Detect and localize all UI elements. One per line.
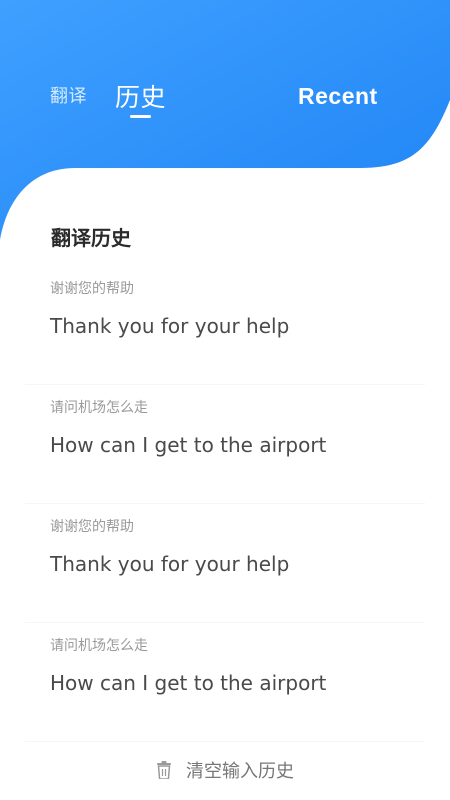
clear-history-label: 清空输入历史	[186, 761, 294, 782]
history-item-translation: Thank you for your help	[50, 552, 290, 576]
history-item[interactable]: 请问机场怎么走 How can I get to the airport	[25, 623, 425, 742]
clear-history-button[interactable]: 清空输入历史	[0, 752, 450, 788]
section-title: 翻译历史	[51, 226, 131, 250]
history-item-source: 请问机场怎么走	[50, 400, 148, 416]
history-item-translation: How can I get to the airport	[50, 671, 327, 695]
history-item[interactable]: 谢谢您的帮助 Thank you for your help	[25, 266, 425, 385]
history-item[interactable]: 请问机场怎么走 How can I get to the airport	[25, 385, 425, 504]
history-list: 谢谢您的帮助 Thank you for your help 请问机场怎么走 H…	[0, 266, 450, 742]
tab-translate[interactable]: 翻译	[50, 82, 87, 108]
history-item-source: 谢谢您的帮助	[50, 281, 134, 297]
recent-label: Recent	[298, 83, 378, 109]
tab-history[interactable]: 历史	[115, 78, 166, 114]
history-item-translation: How can I get to the airport	[50, 433, 327, 457]
active-tab-indicator	[130, 115, 151, 118]
history-item-translation: Thank you for your help	[50, 314, 290, 338]
history-item-source: 谢谢您的帮助	[50, 519, 134, 535]
history-screen: 翻译 历史 Recent 翻译历史 谢谢您的帮助 Thank you for y…	[0, 0, 450, 800]
tab-bar: 翻译 历史 Recent	[0, 0, 450, 140]
trash-icon	[157, 761, 171, 779]
history-item[interactable]: 谢谢您的帮助 Thank you for your help	[25, 504, 425, 623]
history-item-source: 请问机场怎么走	[50, 638, 148, 654]
